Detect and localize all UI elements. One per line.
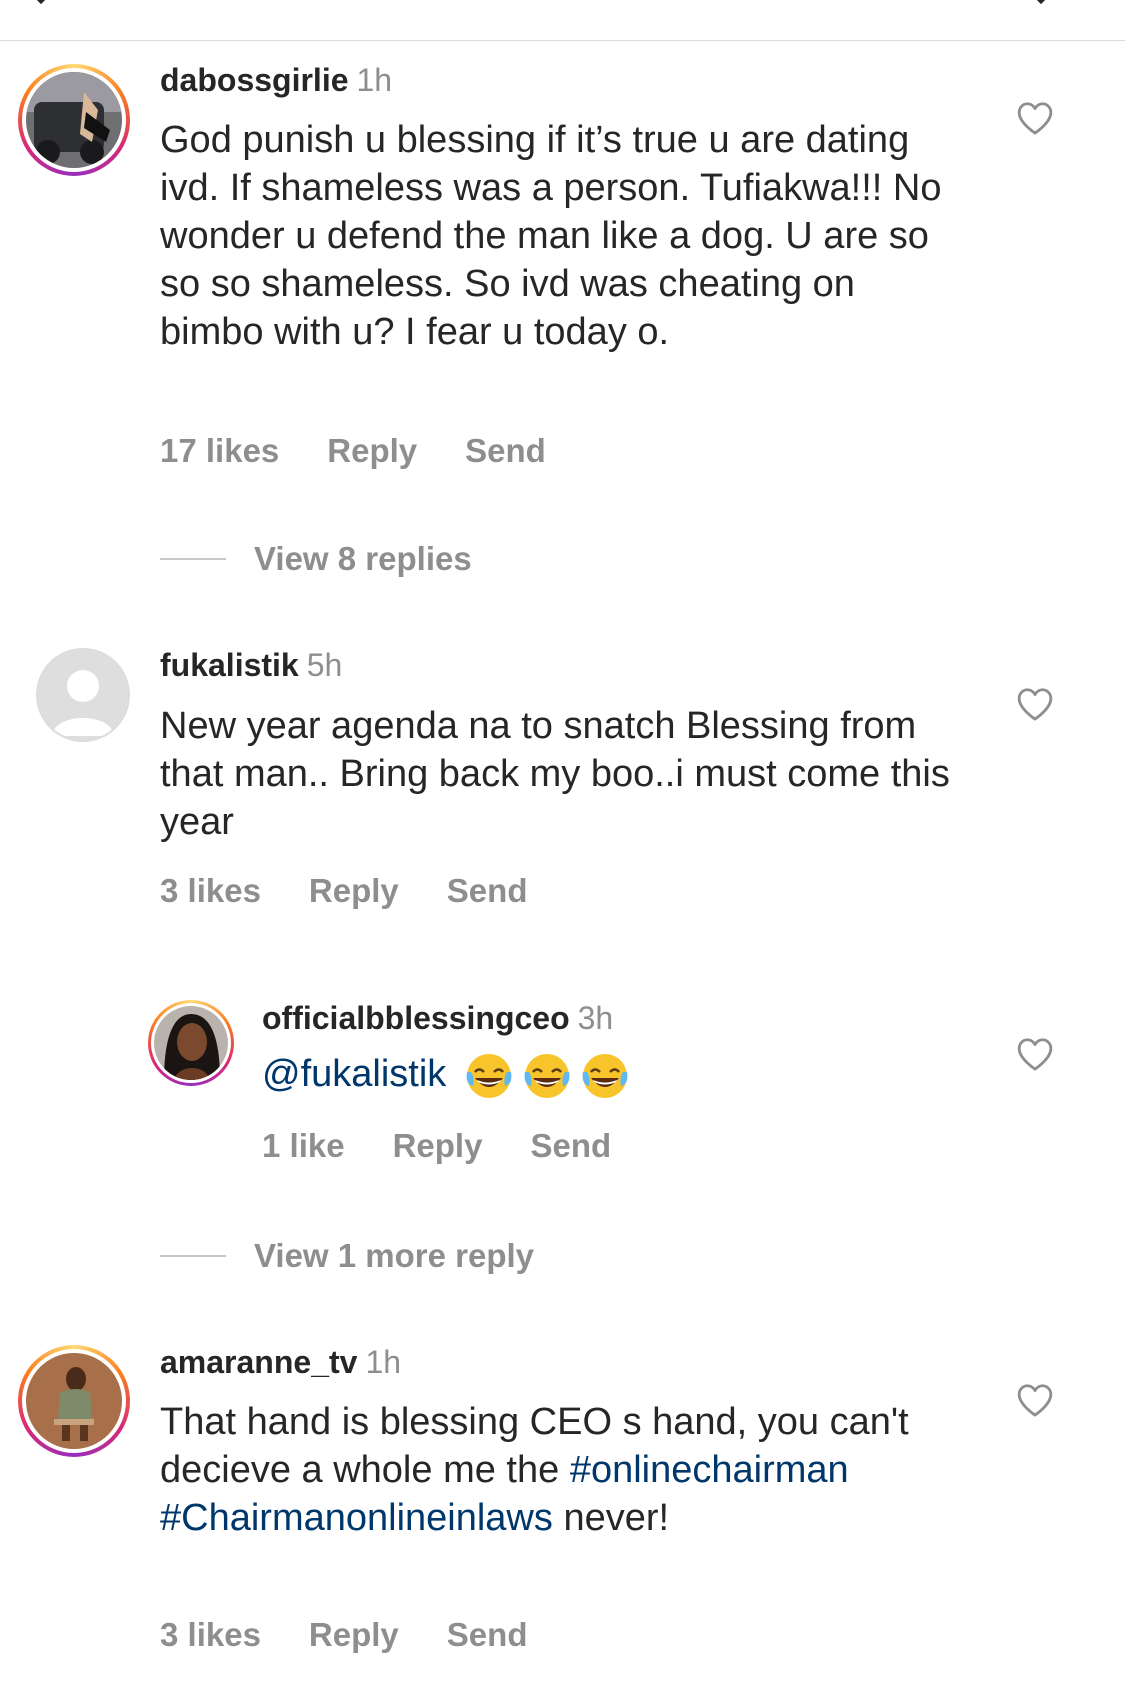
heart-icon[interactable] [1016, 1382, 1054, 1418]
reply-button[interactable]: Reply [309, 872, 399, 909]
send-button[interactable]: Send [465, 432, 546, 469]
chevron-left-icon[interactable] [30, 0, 52, 5]
comment-username-line: dabossgirlie 1h [160, 62, 392, 99]
default-avatar-icon [38, 650, 128, 740]
comment-username-line: fukalistik 5h [160, 647, 342, 684]
avatar-photo [154, 1006, 228, 1080]
username[interactable]: dabossgirlie [160, 62, 349, 98]
view-replies-button[interactable]: View 1 more reply [160, 1237, 534, 1275]
hashtag-link[interactable]: #onlinechairman [570, 1449, 849, 1491]
reply-thread-line [160, 558, 226, 560]
username[interactable]: officialbblessingceo [262, 1000, 570, 1036]
likes-count[interactable]: 3 likes [160, 872, 261, 909]
send-button[interactable]: Send [447, 872, 528, 909]
mention-link[interactable]: @fukalistik [262, 1053, 446, 1095]
reply-button[interactable]: Reply [393, 1127, 483, 1164]
avatar-photo [26, 1353, 122, 1449]
likes-count[interactable]: 17 likes [160, 432, 279, 469]
avatar[interactable] [18, 64, 130, 176]
view-replies-button[interactable]: View 8 replies [160, 540, 472, 578]
comment-username-line: officialbblessingceo 3h [262, 1000, 613, 1037]
comment-text-part: never! [563, 1497, 670, 1539]
timestamp: 5h [306, 647, 343, 683]
username[interactable]: fukalistik [160, 647, 299, 683]
hashtag-link[interactable]: #Chairmanonlineinlaws [160, 1497, 553, 1539]
comment-actions: 3 likes Reply Send [160, 872, 575, 910]
timestamp: 1h [356, 62, 393, 98]
timestamp: 3h [577, 1000, 614, 1036]
avatar-photo [26, 72, 122, 168]
face-with-tears-of-joy-icon [524, 1054, 570, 1098]
face-with-tears-of-joy-icon [466, 1054, 512, 1098]
reply-button[interactable]: Reply [309, 1616, 399, 1653]
divider [0, 40, 1125, 41]
face-with-tears-of-joy-icon [582, 1054, 628, 1098]
username[interactable]: amaranne_tv [160, 1344, 357, 1380]
send-button[interactable]: Send [530, 1127, 611, 1164]
send-button[interactable]: Send [447, 1616, 528, 1653]
view-replies-label: View 8 replies [254, 540, 472, 577]
avatar[interactable] [18, 1345, 130, 1457]
chevron-right-icon[interactable] [1030, 0, 1052, 5]
comment-text: New year agenda na to snatch Blessing fr… [160, 705, 950, 843]
comment-actions: 17 likes Reply Send [160, 432, 594, 470]
heart-icon[interactable] [1016, 686, 1054, 722]
heart-icon[interactable] [1016, 100, 1054, 136]
reply-button[interactable]: Reply [327, 432, 417, 469]
reply-thread-line [160, 1255, 226, 1257]
timestamp: 1h [365, 1344, 402, 1380]
likes-count[interactable]: 3 likes [160, 1616, 261, 1653]
likes-count[interactable]: 1 like [262, 1127, 345, 1164]
comment-text: God punish u blessing if it’s true u are… [160, 119, 942, 353]
heart-icon[interactable] [1016, 1036, 1054, 1072]
avatar[interactable] [36, 648, 130, 742]
comment-text: That hand is blessing CEO s hand, you ca… [160, 1398, 960, 1542]
avatar[interactable] [148, 1000, 234, 1086]
comment-text: @fukalistik [262, 1050, 962, 1102]
comment-actions: 3 likes Reply Send [160, 1616, 575, 1654]
comment-username-line: amaranne_tv 1h [160, 1344, 401, 1381]
comment-actions: 1 like Reply Send [262, 1127, 659, 1165]
view-replies-label: View 1 more reply [254, 1237, 535, 1274]
